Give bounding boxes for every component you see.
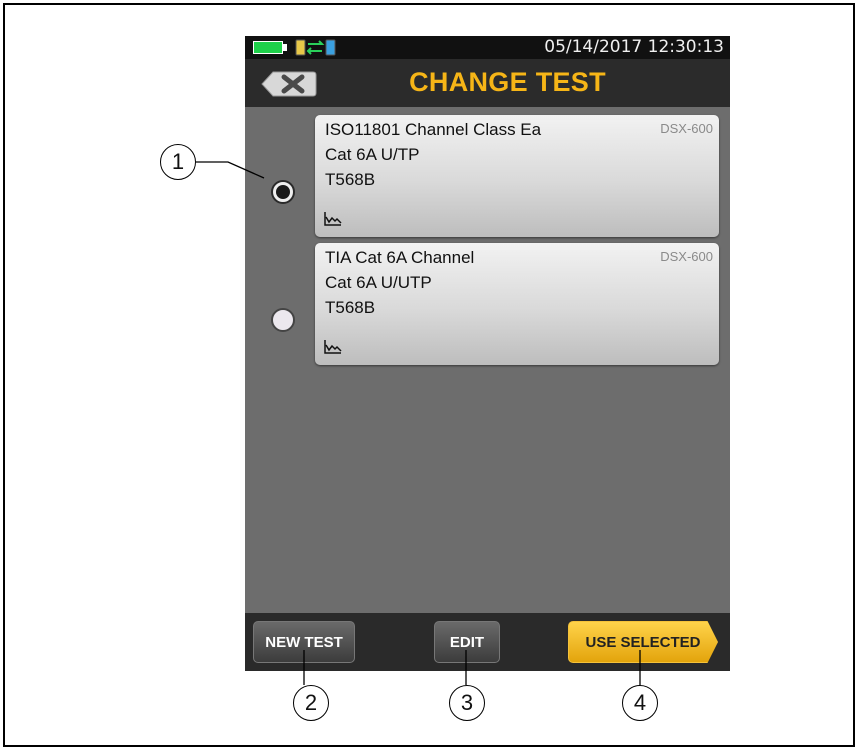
callout-2: 2 xyxy=(293,685,329,721)
callout-line-1 xyxy=(196,161,265,179)
callout-3: 3 xyxy=(449,685,485,721)
callout-1: 1 xyxy=(160,144,196,180)
callout-lines xyxy=(196,161,641,685)
callout-4: 4 xyxy=(622,685,658,721)
